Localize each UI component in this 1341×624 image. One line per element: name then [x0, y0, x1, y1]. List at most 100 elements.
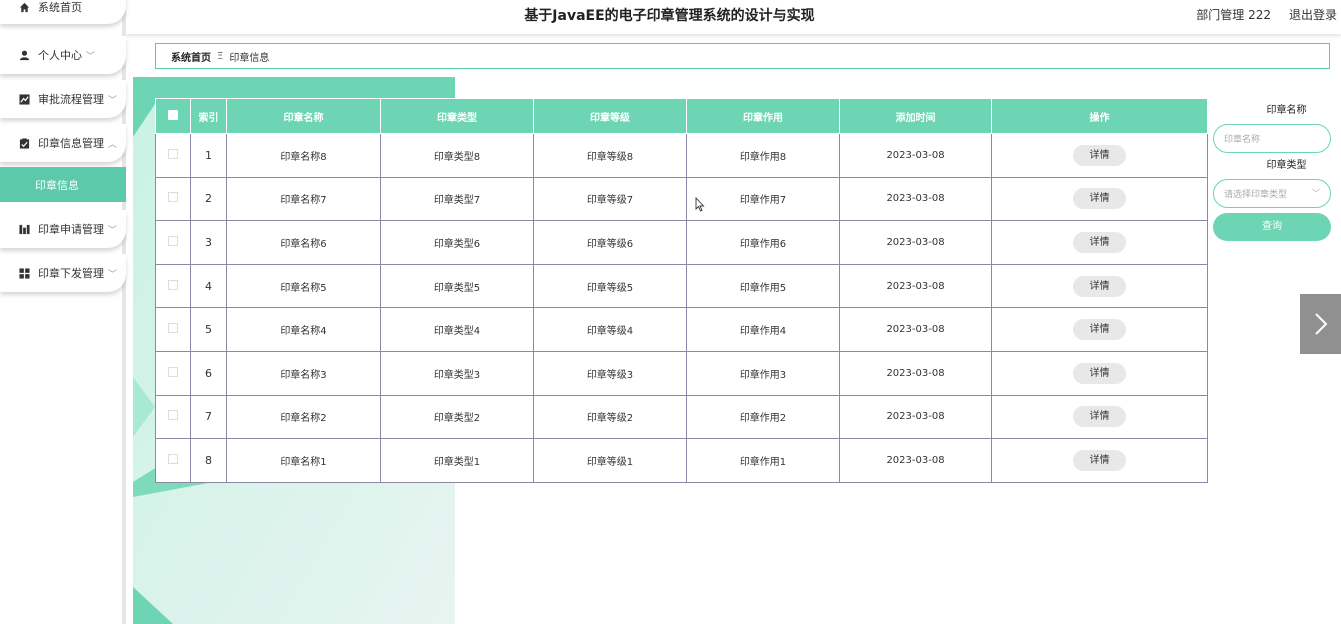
row-checkbox[interactable]: [168, 192, 178, 203]
sidebar-item-seal-info[interactable]: 印章信息管理 ︿: [0, 124, 126, 162]
row-action-cell: 详情: [991, 133, 1208, 178]
seal-type-select[interactable]: 请选择印章类型 ﹀: [1213, 179, 1331, 208]
row-checkbox[interactable]: [168, 366, 178, 377]
row-seal-use: 印章作用7: [686, 176, 840, 222]
row-added-time: 2023-03-08: [839, 176, 992, 222]
table-row: 5 印章名称4 印章类型4 印章等级4 印章作用4 2023-03-08 详情: [155, 307, 1208, 352]
row-seal-name: 印章名称1: [226, 438, 381, 483]
detail-button[interactable]: 详情: [1073, 231, 1126, 253]
row-seal-name: 印章名称2: [226, 394, 381, 440]
header-index: 索引: [190, 98, 227, 134]
row-checkbox[interactable]: [168, 410, 178, 421]
sidebar-item-home[interactable]: 系统首页: [0, 0, 126, 24]
row-seal-level: 印章等级8: [533, 133, 687, 178]
header-action: 操作: [991, 98, 1208, 134]
row-added-time: 2023-03-08: [839, 438, 992, 483]
table-header-row: 索引 印章名称 印章类型 印章等级 印章作用 添加时间 操作: [155, 98, 1208, 134]
seal-type-label: 印章类型: [1266, 160, 1307, 171]
row-seal-type: 印章类型3: [380, 350, 534, 396]
sidebar-subitem-seal-info[interactable]: 印章信息: [0, 167, 126, 202]
row-seal-type: 印章类型1: [380, 438, 534, 483]
query-button[interactable]: 查询: [1213, 213, 1331, 241]
logout-link[interactable]: 退出登录: [1289, 6, 1337, 23]
site-title: 基于JavaEE的电子印章管理系统的设计与实现: [524, 8, 815, 24]
row-seal-name: 印章名称7: [226, 176, 381, 222]
header-use: 印章作用: [686, 98, 840, 134]
grid-icon: [18, 267, 30, 279]
seal-table: 索引 印章名称 印章类型 印章等级 印章作用 添加时间 操作 1 印章名称8 印章类…: [155, 98, 1208, 483]
row-seal-name: 印章名称3: [226, 350, 381, 396]
row-seal-name: 印章名称6: [226, 220, 381, 265]
row-added-time: 2023-03-08: [839, 307, 992, 352]
current-user: 部门管理 222: [1196, 8, 1271, 22]
row-added-time: 2023-03-08: [839, 133, 992, 178]
detail-button[interactable]: 详情: [1073, 275, 1126, 297]
chevron-up-icon: ︿: [108, 139, 118, 150]
row-checkbox[interactable]: [168, 235, 178, 246]
search-panel: 印章名称 印章名称 印章类型 请选择印章类型 ﹀ 查询: [1213, 98, 1333, 241]
table-row: 3 印章名称6 印章类型6 印章等级6 印章作用6 2023-03-08 详情: [155, 220, 1208, 265]
row-checkbox[interactable]: [168, 279, 178, 290]
row-select-cell[interactable]: [155, 220, 191, 265]
next-page-button[interactable]: [1300, 294, 1341, 354]
row-checkbox[interactable]: [168, 323, 178, 334]
detail-button[interactable]: 详情: [1073, 449, 1126, 471]
sidebar-item-approval[interactable]: 审批流程管理 ﹀: [0, 80, 126, 118]
row-added-time: 2023-03-08: [839, 350, 992, 396]
row-action-cell: 详情: [991, 263, 1208, 309]
row-index: 4: [190, 263, 227, 309]
row-checkbox[interactable]: [168, 453, 178, 464]
row-added-time: 2023-03-08: [839, 263, 992, 309]
row-seal-name: 印章名称8: [226, 133, 381, 178]
sidebar-item-seal-apply[interactable]: 印章申请管理 ﹀: [0, 210, 126, 248]
seal-name-input[interactable]: 印章名称: [1213, 124, 1331, 153]
chevron-down-icon: ﹀: [108, 269, 118, 280]
home-icon: [18, 1, 30, 13]
detail-button[interactable]: 详情: [1073, 406, 1126, 428]
row-seal-level: 印章等级3: [533, 350, 687, 396]
select-all-cell[interactable]: [155, 98, 191, 134]
sidebar-item-profile[interactable]: 个人中心 ﹀: [0, 36, 126, 74]
seal-name-label: 印章名称: [1266, 105, 1307, 116]
row-seal-level: 印章等级5: [533, 263, 687, 309]
sidebar: 系统首页 个人中心 ﹀ 审批流程管理 ﹀ 印章信息管理 ︿ 印章信息 印章申请管…: [0, 0, 126, 624]
row-select-cell[interactable]: [155, 133, 191, 178]
table-row: 4 印章名称5 印章类型5 印章等级5 印章作用5 2023-03-08 详情: [155, 263, 1208, 309]
row-seal-level: 印章等级2: [533, 394, 687, 440]
seal-type-placeholder: 请选择印章类型: [1224, 190, 1288, 200]
row-seal-type: 印章类型4: [380, 307, 534, 352]
row-seal-level: 印章等级1: [533, 438, 687, 483]
detail-button[interactable]: 详情: [1073, 188, 1126, 210]
detail-button[interactable]: 详情: [1073, 144, 1126, 166]
sidebar-item-label: 个人中心: [38, 49, 82, 62]
table-row: 2 印章名称7 印章类型7 印章等级7 印章作用7 2023-03-08 详情: [155, 176, 1208, 222]
breadcrumb-home[interactable]: 系统首页: [171, 49, 211, 64]
row-select-cell[interactable]: [155, 438, 191, 483]
row-index: 5: [190, 307, 227, 352]
row-action-cell: 详情: [991, 307, 1208, 352]
row-select-cell[interactable]: [155, 176, 191, 222]
row-added-time: 2023-03-08: [839, 394, 992, 440]
row-select-cell[interactable]: [155, 394, 191, 440]
top-header: 基于JavaEE的电子印章管理系统的设计与实现 部门管理 222 退出登录: [126, 0, 1341, 34]
chart-icon: [18, 93, 30, 105]
mouse-cursor-icon: [695, 197, 705, 212]
row-checkbox[interactable]: [168, 148, 178, 159]
detail-button[interactable]: 详情: [1073, 362, 1126, 384]
row-seal-use: 印章作用3: [686, 350, 840, 396]
header-time: 添加时间: [839, 98, 992, 134]
table-row: 1 印章名称8 印章类型8 印章等级8 印章作用8 2023-03-08 详情: [155, 133, 1208, 178]
row-select-cell[interactable]: [155, 263, 191, 309]
select-all-checkbox[interactable]: [168, 109, 178, 120]
sidebar-item-seal-issue[interactable]: 印章下发管理 ﹀: [0, 254, 126, 292]
row-index: 6: [190, 350, 227, 396]
row-seal-type: 印章类型8: [380, 133, 534, 178]
breadcrumb: 系统首页 Ξ 印章信息: [155, 43, 1330, 69]
row-action-cell: 详情: [991, 438, 1208, 483]
row-select-cell[interactable]: [155, 350, 191, 396]
row-action-cell: 详情: [991, 350, 1208, 396]
detail-button[interactable]: 详情: [1073, 319, 1126, 341]
row-select-cell[interactable]: [155, 307, 191, 352]
row-seal-level: 印章等级6: [533, 220, 687, 265]
header-name: 印章名称: [226, 98, 381, 134]
